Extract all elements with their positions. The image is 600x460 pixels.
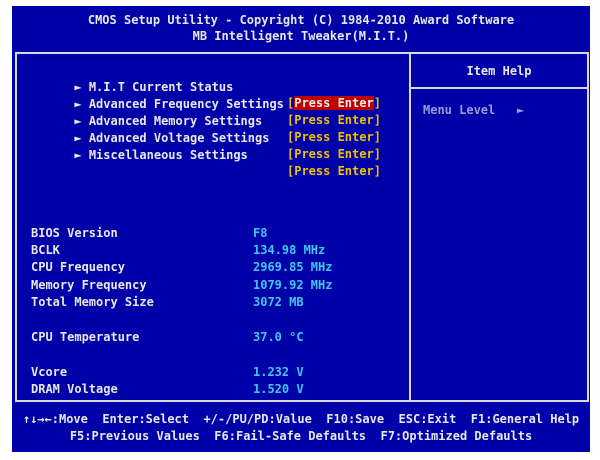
info-label-memory-frequency: Memory Frequency	[31, 278, 147, 292]
footer-line-1: ↑↓→←:Move Enter:Select +/-/PU/PD:Value F…	[22, 412, 580, 426]
panel-divider	[409, 54, 411, 400]
menu-item-label: Miscellaneous Settings	[88, 148, 248, 162]
title-line-2: MB Intelligent Tweaker(M.I.T.)	[192, 29, 410, 43]
info-label-dram-voltage: DRAM Voltage	[31, 382, 118, 396]
info-label-total-memory: Total Memory Size	[31, 295, 154, 309]
menu-item-advanced-frequency[interactable]: ► Advanced Frequency Settings [Press Ent…	[31, 80, 381, 127]
bios-screen: CMOS Setup Utility - Copyright (C) 1984-…	[12, 6, 590, 452]
info-value-memory-frequency: 1079.92 MHz	[253, 278, 333, 292]
menu-item-advanced-memory[interactable]: ► Advanced Memory Settings [Press Enter]	[31, 97, 381, 144]
footer-line-2: F5:Previous Values F6:Fail-Safe Defaults…	[69, 429, 533, 443]
menu-item-value[interactable]: [Press Enter]	[287, 95, 381, 111]
main-frame: Item Help Menu Level ► ► M.I.T Current S…	[15, 52, 589, 402]
item-help-title: Item Help	[466, 64, 532, 78]
info-value-bclk: 134.98 MHz	[253, 243, 326, 257]
title-line-1: CMOS Setup Utility - Copyright (C) 1984-…	[87, 13, 515, 27]
info-value-dram-voltage: 1.520 V	[253, 382, 304, 396]
info-label-cpu-frequency: CPU Frequency	[31, 260, 125, 274]
info-label-vcore: Vcore	[31, 365, 68, 379]
submenu-arrow-icon: ►	[74, 148, 82, 162]
info-label-cpu-temperature: CPU Temperature	[31, 330, 140, 344]
selected-highlight[interactable]: Press Enter	[294, 96, 374, 110]
help-separator	[411, 87, 587, 89]
menu-level: Menu Level ►	[423, 103, 525, 117]
menu-item-value[interactable]: [Press Enter]	[287, 112, 381, 128]
info-label-bios-version: BIOS Version	[31, 226, 118, 240]
info-value-cpu-temperature: 37.0 °C	[253, 330, 304, 344]
info-value-bios-version: F8	[253, 226, 268, 240]
info-value-cpu-frequency: 2969.85 MHz	[253, 260, 333, 274]
menu-item-value[interactable]: [Press Enter]	[287, 129, 381, 145]
info-value-vcore: 1.232 V	[253, 365, 304, 379]
title-bar: CMOS Setup Utility - Copyright (C) 1984-…	[12, 6, 590, 56]
info-label-bclk: BCLK	[31, 243, 60, 257]
menu-item-advanced-voltage[interactable]: ► Advanced Voltage Settings [Press Enter…	[31, 114, 381, 161]
menu-item-value[interactable]: [Press Enter]	[287, 146, 381, 162]
menu-item-value[interactable]: [Press Enter]	[287, 163, 381, 179]
menu-item-miscellaneous[interactable]: ► Miscellaneous Settings [Press Enter]	[31, 131, 381, 178]
menu-item-mit-current-status[interactable]: ► M.I.T Current Status [Press Enter]	[31, 63, 381, 110]
info-value-total-memory: 3072 MB	[253, 295, 304, 309]
key-help-footer: ↑↓→←:Move Enter:Select +/-/PU/PD:Value F…	[12, 411, 590, 445]
